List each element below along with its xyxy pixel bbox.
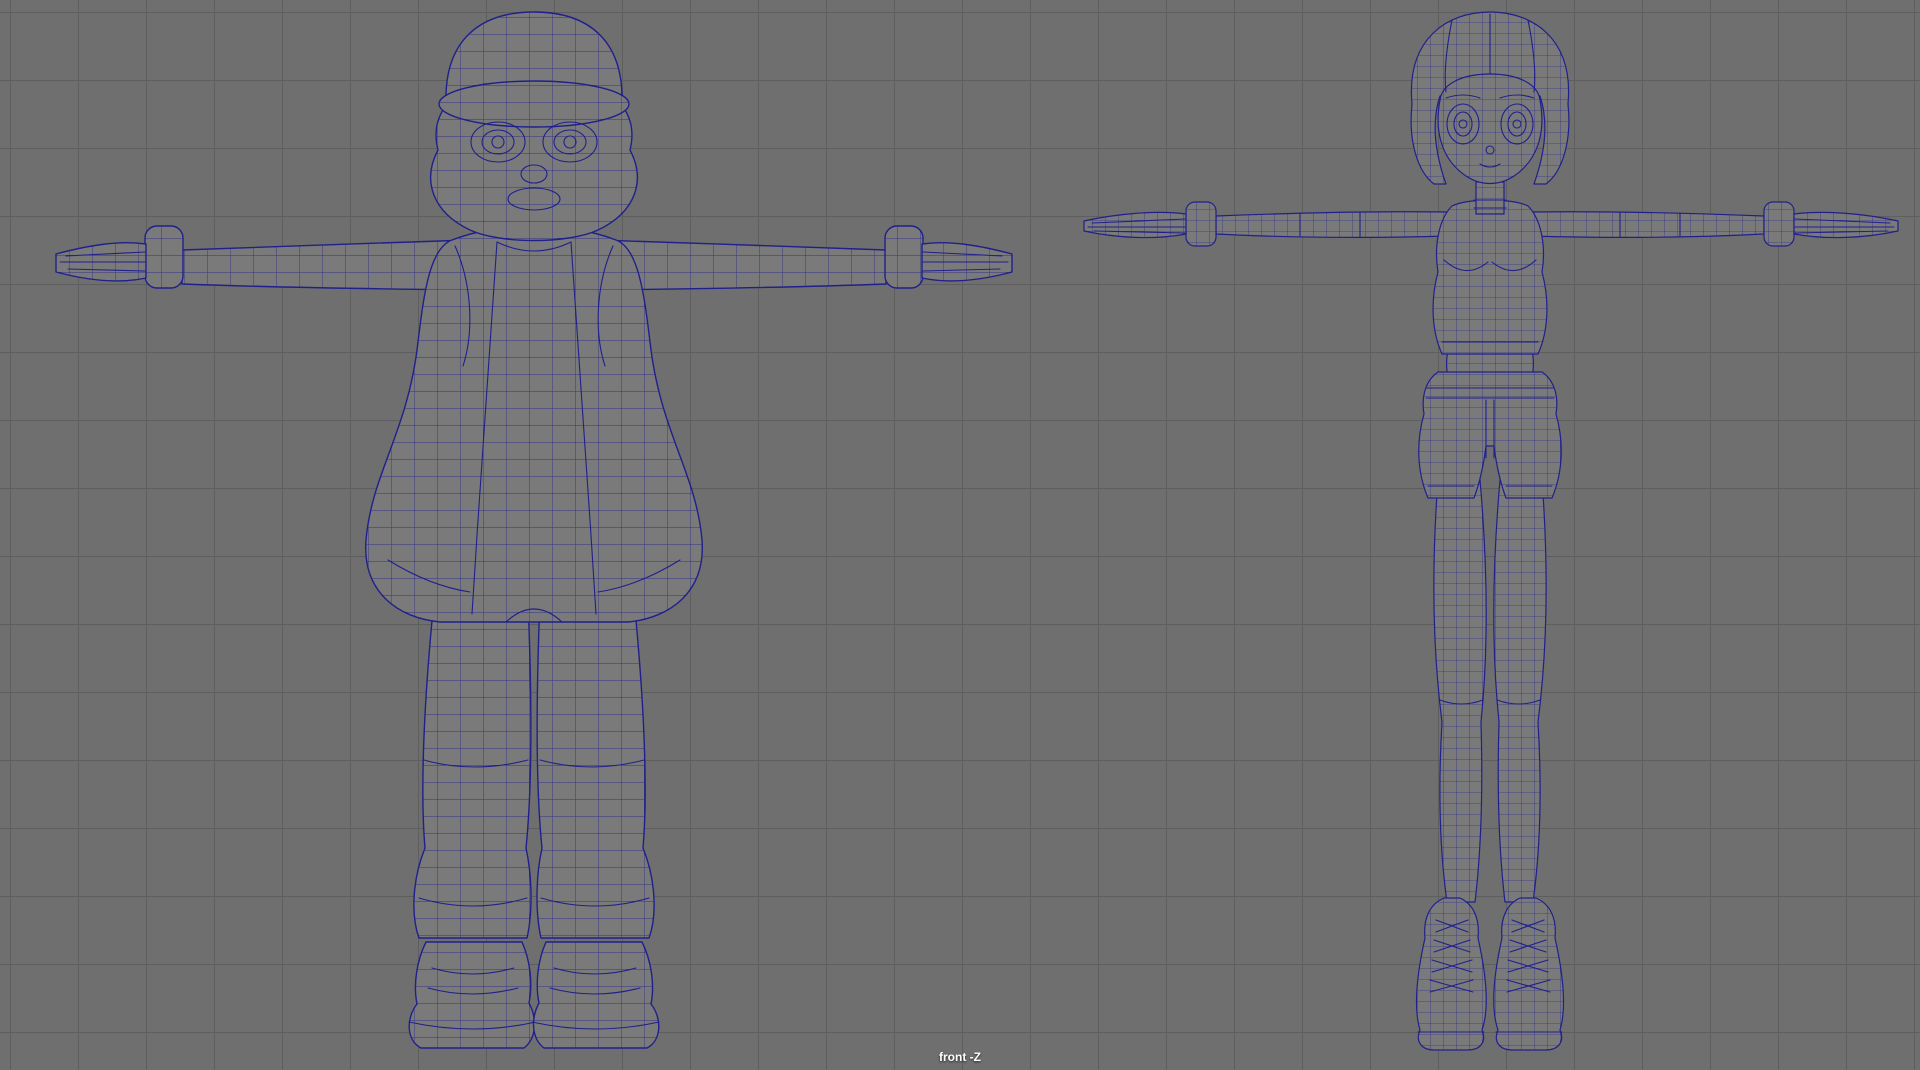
slim-torso [1432,199,1548,355]
slim-left-hand [1083,211,1187,239]
stocky-left-cuff [144,225,184,289]
stocky-cap-brim [438,80,630,128]
slim-left-arm [1215,211,1453,238]
slim-neck [1475,181,1505,215]
wireframe-character-slim[interactable] [1083,11,1899,1051]
stocky-right-shoe [532,941,660,1049]
slim-right-boot [1493,897,1565,1051]
viewport-canvas[interactable] [0,0,1920,1070]
viewport-axis-label: front -Z [939,1050,981,1064]
stocky-right-cuff [884,225,924,289]
slim-shorts [1418,371,1562,499]
slim-right-hand [1793,211,1899,239]
slim-right-leg [1493,479,1547,903]
stocky-left-leg [413,599,532,939]
slim-right-arm [1527,211,1765,238]
viewport-3d[interactable]: front -Z [0,0,1920,1070]
slim-left-bracelet [1185,201,1217,247]
slim-left-boot [1415,897,1487,1051]
slim-left-leg [1433,479,1487,903]
stocky-right-leg [536,599,655,939]
wireframe-character-stocky[interactable] [55,11,1013,1049]
slim-right-bracelet [1763,201,1795,247]
stocky-left-shoe [408,941,536,1049]
